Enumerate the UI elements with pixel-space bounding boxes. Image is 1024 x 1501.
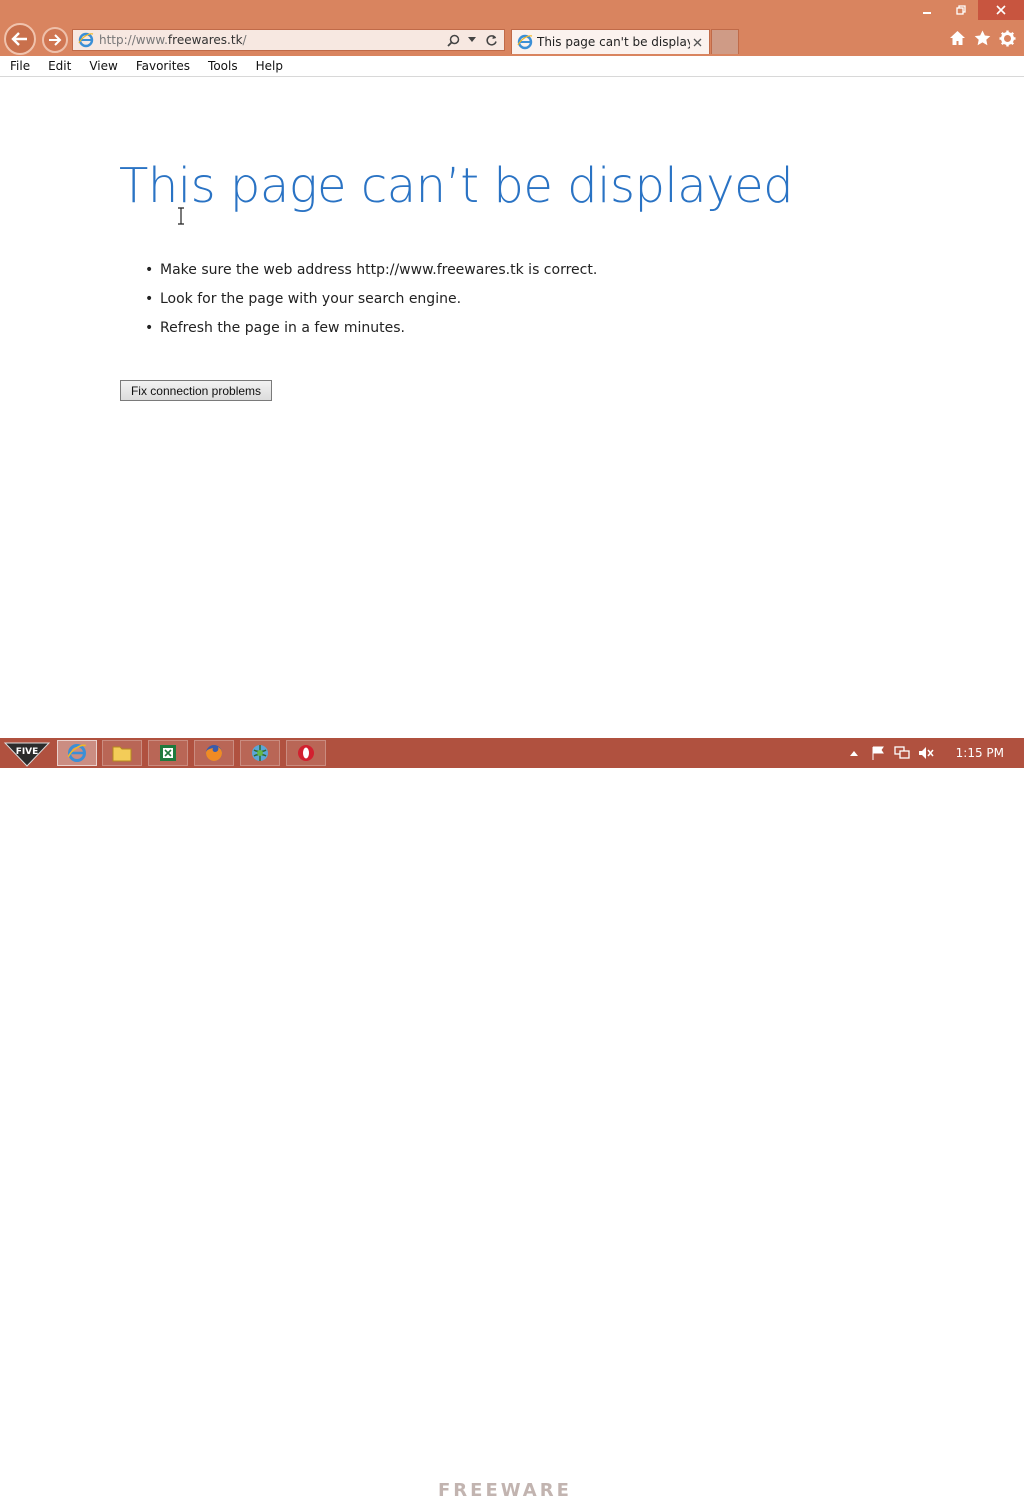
up-arrow-icon (849, 751, 858, 756)
menu-favorites[interactable]: Favorites (126, 59, 198, 73)
list-item: • Look for the page with your search engi… (145, 288, 597, 317)
flag-icon (872, 746, 884, 760)
list-item: • Refresh the page in a few minutes. (145, 317, 597, 346)
restore-icon (956, 5, 966, 15)
tab-label: This page can't be displayed (537, 35, 690, 49)
chevron-down-icon (468, 37, 476, 42)
minimize-icon (923, 12, 931, 14)
home-icon (949, 31, 965, 45)
restore-button[interactable] (944, 0, 978, 20)
bullet: • (145, 291, 154, 307)
close-icon (996, 5, 1006, 15)
taskbar-opera[interactable] (286, 740, 326, 766)
volume-muted-icon (918, 747, 934, 759)
home-button[interactable] (948, 29, 966, 47)
firefox-icon (206, 745, 222, 761)
text-cursor-icon (178, 207, 184, 225)
page-title: This page can’t be displayed (119, 158, 794, 214)
taskbar-excel[interactable] (148, 740, 188, 766)
favorites-button[interactable] (973, 29, 991, 47)
watermark: FREEWARE (438, 1480, 572, 1501)
address-text[interactable]: http://www.freewares.tk/ (99, 33, 446, 47)
volume-button[interactable] (917, 744, 935, 762)
address-suffix: / (242, 33, 247, 47)
taskbar-network-app[interactable] (240, 740, 280, 766)
excel-icon (160, 745, 176, 761)
browser-right-icons (948, 29, 1016, 47)
opera-icon (298, 745, 314, 761)
start-label: FIVE (16, 747, 39, 757)
tab-close-button[interactable] (690, 35, 704, 49)
taskbar: FIVE FREEWARE 1:15 PM (0, 738, 1024, 1501)
taskbar-file-explorer[interactable] (102, 740, 142, 766)
back-arrow-icon (11, 32, 27, 46)
suggestion-text: Make sure the web address http://www.fre… (160, 262, 598, 278)
network-icon (893, 746, 910, 759)
address-prefix: http://www. (99, 33, 168, 47)
close-icon (693, 38, 701, 46)
system-tray: 1:15 PM (842, 738, 1024, 768)
minimize-button[interactable] (910, 0, 944, 20)
forward-button[interactable] (42, 27, 68, 53)
action-center-button[interactable] (869, 744, 887, 762)
address-tools (446, 33, 498, 47)
menu-help[interactable]: Help (246, 59, 291, 73)
network-tray-button[interactable] (893, 744, 911, 762)
search-button[interactable] (446, 33, 460, 47)
network-icon (252, 745, 268, 761)
suggestion-text: Look for the page with your search engin… (160, 291, 462, 307)
refresh-button[interactable] (484, 33, 498, 47)
bullet: • (145, 262, 154, 278)
taskbar-firefox[interactable] (194, 740, 234, 766)
list-item: • Make sure the web address http://www.fr… (145, 259, 597, 288)
refresh-icon (485, 34, 497, 46)
menu-tools[interactable]: Tools (198, 59, 246, 73)
start-button[interactable]: FIVE (2, 738, 52, 768)
show-hidden-icons-button[interactable] (845, 744, 863, 762)
browser-chrome: http://www.freewares.tk/ This page can't… (0, 0, 1024, 56)
back-button[interactable] (4, 23, 36, 55)
internet-explorer-icon (78, 32, 94, 48)
forward-arrow-icon (49, 34, 62, 46)
clock[interactable]: 1:15 PM (956, 746, 1004, 760)
close-window-button[interactable] (978, 0, 1024, 20)
new-tab-button[interactable] (711, 29, 739, 54)
taskbar-internet-explorer[interactable] (57, 740, 97, 766)
start-logo-icon: FIVE (3, 742, 51, 767)
file-explorer-icon (112, 746, 132, 762)
search-icon (446, 34, 459, 47)
star-icon (974, 30, 990, 46)
internet-explorer-icon (67, 744, 86, 762)
menu-edit[interactable]: Edit (38, 59, 79, 73)
suggestion-text: Refresh the page in a few minutes. (160, 320, 405, 336)
internet-explorer-icon (517, 34, 533, 50)
tools-button[interactable] (998, 29, 1016, 47)
fix-connection-button[interactable]: Fix connection problems (120, 380, 272, 401)
window-controls (910, 0, 1024, 20)
suggestion-list: • Make sure the web address http://www.fr… (145, 259, 597, 346)
address-dropdown-button[interactable] (465, 33, 479, 47)
menu-file[interactable]: File (0, 59, 38, 73)
menu-bar: File Edit View Favorites Tools Help (0, 56, 1024, 77)
tab-current[interactable]: This page can't be displayed (511, 29, 710, 54)
bullet: • (145, 320, 154, 336)
address-bar[interactable]: http://www.freewares.tk/ (72, 29, 505, 51)
gear-icon (999, 30, 1015, 46)
menu-view[interactable]: View (79, 59, 125, 73)
address-domain: freewares.tk (167, 33, 243, 47)
